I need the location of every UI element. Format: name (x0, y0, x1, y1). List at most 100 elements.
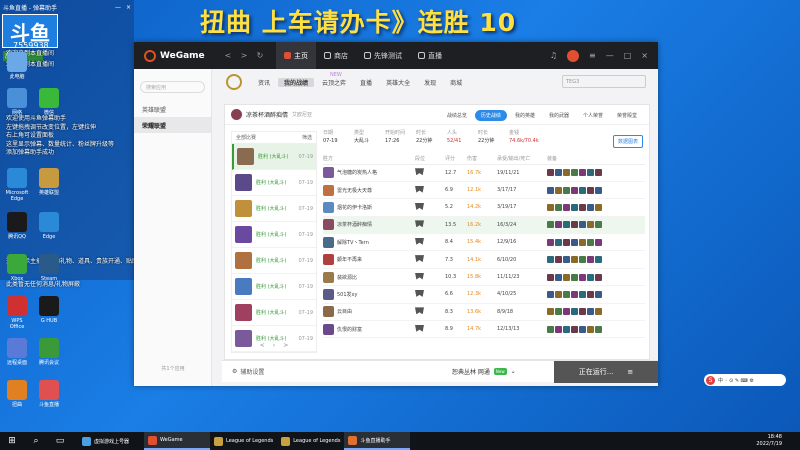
profile-subtab[interactable]: 荣誉殿堂 (611, 110, 643, 121)
lol-tab[interactable]: 直播 (354, 78, 378, 87)
match-row[interactable]: 胜利 (大乱斗) 07-19 (232, 222, 316, 248)
desktop-icon[interactable]: 扭曲 (4, 380, 30, 408)
player-cell: 裴欲源比 (323, 268, 415, 287)
menu-icon[interactable]: ≡ (627, 368, 633, 376)
sidebar-item[interactable]: 荣耀联盟 (134, 117, 211, 133)
match-result: 胜利 (大乱斗) (256, 206, 287, 212)
desktop-icon[interactable]: 英雄联盟 (36, 168, 62, 196)
items-cell (547, 233, 645, 252)
player-name: 解除TV丶Tern (337, 239, 369, 246)
table-row[interactable]: 颤年不再来 7.3 14.1k 6/10/20 (323, 250, 645, 269)
next-page-icon[interactable]: > (283, 342, 288, 349)
minimize-icon[interactable]: — (115, 4, 121, 11)
close-icon[interactable]: × (641, 51, 648, 60)
lol-search-input[interactable]: TEG3 (562, 75, 646, 88)
table-row[interactable]: 解除TV丶Tern 8.4 15.4k 12/9/16 (323, 233, 645, 252)
match-row[interactable]: 胜利 (大乱斗) 07-19 (232, 170, 316, 196)
lol-tab[interactable]: 商城 (444, 78, 468, 87)
lol-tab[interactable]: 云顶之弈 NEW (316, 72, 352, 87)
match-row[interactable]: 胜利 (大乱斗) 07-19 (232, 300, 316, 326)
lol-tab[interactable]: 资讯 (252, 78, 276, 87)
table-row[interactable]: 气泡糖的炭热人格 12.7 16.7k 19/11/21 (323, 164, 645, 182)
table-row[interactable]: 雷光无极大天尊 6.9 12.1k 3/17/17 (323, 181, 645, 200)
match-row[interactable]: 胜利 (大乱斗) 07-19 (232, 196, 316, 222)
taskbar-app[interactable]: League of Legends (210, 432, 277, 450)
player-name: 雷光无极大天尊 (337, 187, 373, 194)
table-row[interactable]: 501发xy 6.6 12.3k 4/10/25 (323, 285, 645, 304)
maximize-icon[interactable]: □ (624, 51, 632, 60)
table-row[interactable]: 仇恨的财富 8.9 14.7k 12/13/13 (323, 320, 645, 339)
close-icon[interactable]: × (126, 4, 131, 11)
desktop-icon[interactable]: 网络 (4, 88, 30, 116)
kda-cell: 3/17/17 (497, 181, 547, 200)
profile-avatar[interactable] (231, 109, 242, 120)
start-icon[interactable]: ⊞ (0, 436, 24, 446)
taskbar-app[interactable]: WeGame (144, 432, 210, 450)
player-cell: 气泡糖的炭热人格 (323, 164, 415, 182)
running-status-button[interactable]: 正在运行... ≡ (554, 361, 658, 383)
filter-button[interactable]: 筛选 (302, 134, 312, 141)
desktop-icon[interactable]: 斗鱼直播 (36, 380, 62, 408)
lol-tab[interactable]: 我的战绩 (278, 77, 315, 87)
lol-logo-icon[interactable] (226, 74, 242, 90)
table-row[interactable]: 云目由 8.3 13.6k 8/9/18 (323, 303, 645, 322)
sidebar-search-input[interactable]: 搜索应用 (140, 81, 205, 93)
wegame-logo[interactable]: WeGame (134, 49, 220, 62)
menu-icon[interactable]: ≡ (589, 51, 596, 60)
search-icon[interactable]: ⌕ (24, 436, 48, 446)
back-icon[interactable]: < (220, 51, 236, 60)
profile-subtab[interactable]: 历史战绩 (474, 110, 507, 121)
desktop-icon[interactable]: Steam (36, 254, 62, 282)
info-key: 人头 (447, 130, 458, 136)
desktop-icon[interactable]: G HUB (36, 296, 62, 324)
profile-name: 凉茶杯酒醉痴情 (246, 112, 289, 119)
match-filter-dropdown[interactable]: 全部比赛 (236, 134, 256, 141)
minimize-icon[interactable]: — (606, 51, 614, 60)
match-result: 胜利 (大乱斗) (258, 154, 289, 160)
system-clock[interactable]: 18:48 2022/7/19 (756, 434, 782, 448)
desktop-icon[interactable]: Edge (36, 212, 62, 240)
taskbar-app[interactable]: 虚拟游戏上号器 (78, 432, 144, 450)
desktop-icon[interactable]: Xbox (4, 254, 30, 282)
refresh-icon[interactable]: ↻ (252, 51, 268, 60)
desktop-icon[interactable]: Microsoft Edge (4, 168, 30, 202)
prev-page-icon[interactable]: < (260, 342, 265, 349)
tab-3[interactable]: 直播 (410, 42, 450, 69)
table-row[interactable]: 裴欲源比 10.3 15.8k 11/11/23 (323, 268, 645, 287)
table-row[interactable]: 凉茶杯酒醉痴情 13.5 16.2k 16/3/24 (323, 216, 645, 235)
match-row[interactable]: 胜利 (大乱斗) 07-19 (232, 248, 316, 274)
item-icon (571, 203, 578, 211)
task-view-icon[interactable]: ▭ (48, 436, 72, 446)
wegame-window[interactable]: WeGame < > ↻ 主页 商店 先锋测试 直播 ♫ ≡ — □ × 搜索应用 英… (134, 42, 658, 386)
music-icon[interactable]: ♫ (550, 51, 557, 60)
server-selector[interactable]: 恕典丛林 网通 New ⌄ (452, 367, 516, 376)
forward-icon[interactable]: > (236, 51, 252, 60)
desktop-icon-label: 英雄联盟 (38, 190, 59, 196)
profile-subtab[interactable]: 我的英雄 (509, 110, 541, 121)
lol-tab[interactable]: 发现 (418, 78, 442, 87)
profile-subtab[interactable]: 个人荣誉 (577, 110, 609, 121)
tab-1[interactable]: 商店 (316, 42, 356, 69)
assist-settings-button[interactable]: ⚙ 辅助设置 (222, 367, 264, 376)
sidebar-item[interactable]: 英雄联盟 (134, 101, 211, 117)
profile-subtab[interactable]: 战绩总览 (441, 110, 473, 121)
desktop-icon[interactable]: 腾讯会议 (36, 338, 62, 366)
desktop-icon[interactable]: 此电脑 (4, 52, 30, 80)
match-row[interactable]: 胜利 (大乱斗) 07-19 (232, 144, 316, 170)
profile-subtab[interactable]: 我的武器 (543, 110, 575, 121)
tab-0[interactable]: 主页 (276, 42, 316, 69)
desktop-icon[interactable]: 远程桌面 (4, 338, 30, 366)
desktop-icon[interactable]: 微信 (36, 88, 62, 116)
avatar[interactable] (567, 49, 580, 62)
info-field: 时长 22分钟 (478, 129, 505, 151)
ime-toolbar[interactable]: S 中 ◦ ⊙ ✎ ⌨ ⚙ (704, 374, 786, 386)
match-row[interactable]: 胜利 (大乱斗) 07-19 (232, 274, 316, 300)
table-row[interactable]: 烟花的伊卡洛斯 5.2 14.2k 3/19/17 (323, 198, 645, 217)
lol-tab[interactable]: 英雄大全 (380, 78, 416, 87)
data-chart-button[interactable]: 数据图表 (612, 135, 643, 148)
desktop-icon[interactable]: 腾讯QQ (4, 212, 30, 240)
taskbar-app[interactable]: 斗鱼直播助手 (344, 432, 411, 450)
taskbar-app[interactable]: League of Legends (277, 432, 344, 450)
tab-2[interactable]: 先锋测试 (356, 42, 410, 69)
desktop-icon[interactable]: WPS Office (4, 296, 30, 330)
